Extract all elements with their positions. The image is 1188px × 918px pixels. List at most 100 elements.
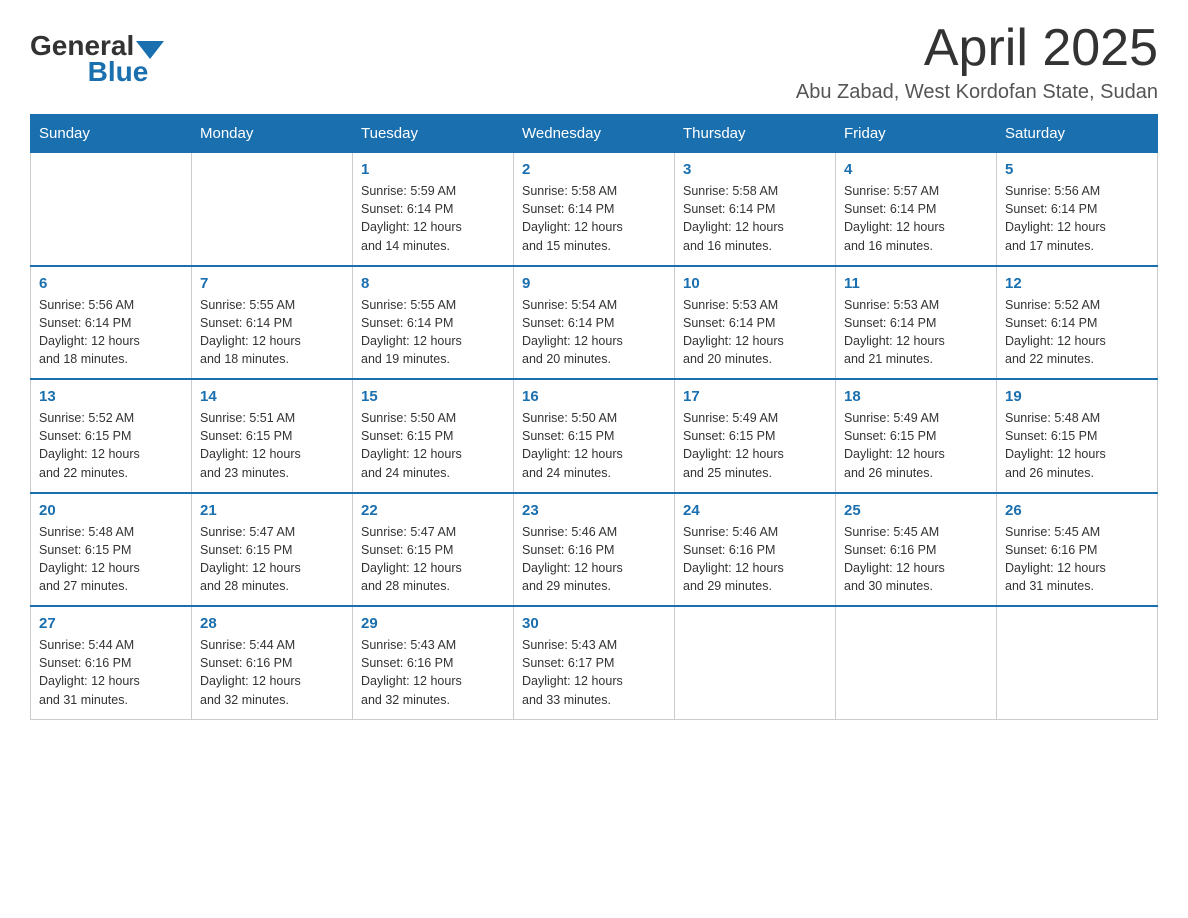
day-info: Sunrise: 5:49 AMSunset: 6:15 PMDaylight:… bbox=[844, 409, 988, 482]
calendar-cell: 27Sunrise: 5:44 AMSunset: 6:16 PMDayligh… bbox=[31, 606, 192, 719]
day-number: 18 bbox=[844, 388, 988, 405]
calendar-week-row: 27Sunrise: 5:44 AMSunset: 6:16 PMDayligh… bbox=[31, 606, 1158, 719]
day-info: Sunrise: 5:43 AMSunset: 6:17 PMDaylight:… bbox=[522, 636, 666, 709]
weekday-header-friday: Friday bbox=[836, 115, 997, 153]
calendar-cell: 9 Sunrise: 5:54 AMSunset: 6:14 PMDaylight… bbox=[514, 266, 675, 380]
day-info: Sunrise: 5:57 AMSunset: 6:14 PMDaylight:… bbox=[844, 182, 988, 255]
calendar-cell: 26Sunrise: 5:45 AMSunset: 6:16 PMDayligh… bbox=[997, 493, 1158, 607]
day-info: Sunrise: 5:48 AMSunset: 6:15 PMDaylight:… bbox=[39, 523, 183, 596]
calendar-cell: 11 Sunrise: 5:53 AMSunset: 6:14 PMDayligh… bbox=[836, 266, 997, 380]
day-number: 6 bbox=[39, 275, 183, 292]
header: General Blue April 2025 Abu Zabad, West … bbox=[30, 20, 1158, 104]
day-info: Sunrise: 5:52 AMSunset: 6:15 PMDaylight:… bbox=[39, 409, 183, 482]
calendar-cell: 13 Sunrise: 5:52 AMSunset: 6:15 PMDayligh… bbox=[31, 379, 192, 493]
day-info: Sunrise: 5:45 AMSunset: 6:16 PMDaylight:… bbox=[1005, 523, 1149, 596]
day-number: 11 bbox=[844, 275, 988, 292]
calendar-cell: 15 Sunrise: 5:50 AMSunset: 6:15 PMDayligh… bbox=[353, 379, 514, 493]
day-number: 2 bbox=[522, 161, 666, 178]
day-number: 3 bbox=[683, 161, 827, 178]
day-number: 17 bbox=[683, 388, 827, 405]
day-info: Sunrise: 5:43 AMSunset: 6:16 PMDaylight:… bbox=[361, 636, 505, 709]
day-info: Sunrise: 5:56 AMSunset: 6:14 PMDaylight:… bbox=[1005, 182, 1149, 255]
day-number: 10 bbox=[683, 275, 827, 292]
calendar-week-row: 20 Sunrise: 5:48 AMSunset: 6:15 PMDayligh… bbox=[31, 493, 1158, 607]
calendar-cell bbox=[675, 606, 836, 719]
day-info: Sunrise: 5:48 AMSunset: 6:15 PMDaylight:… bbox=[1005, 409, 1149, 482]
day-number: 9 bbox=[522, 275, 666, 292]
calendar-cell: 16 Sunrise: 5:50 AMSunset: 6:15 PMDayligh… bbox=[514, 379, 675, 493]
day-number: 5 bbox=[1005, 161, 1149, 178]
weekday-header-saturday: Saturday bbox=[997, 115, 1158, 153]
calendar-cell: 8Sunrise: 5:55 AMSunset: 6:14 PMDaylight… bbox=[353, 266, 514, 380]
logo-blue-text: Blue bbox=[88, 56, 149, 88]
calendar-cell: 21 Sunrise: 5:47 AMSunset: 6:15 PMDayligh… bbox=[192, 493, 353, 607]
day-number: 25 bbox=[844, 502, 988, 519]
calendar-cell bbox=[192, 153, 353, 266]
weekday-header-tuesday: Tuesday bbox=[353, 115, 514, 153]
day-number: 29 bbox=[361, 615, 505, 632]
calendar-cell: 3 Sunrise: 5:58 AMSunset: 6:14 PMDaylight… bbox=[675, 153, 836, 266]
calendar-cell: 6 Sunrise: 5:56 AMSunset: 6:14 PMDaylight… bbox=[31, 266, 192, 380]
weekday-header-wednesday: Wednesday bbox=[514, 115, 675, 153]
day-number: 23 bbox=[522, 502, 666, 519]
calendar-cell: 4 Sunrise: 5:57 AMSunset: 6:14 PMDaylight… bbox=[836, 153, 997, 266]
day-number: 1 bbox=[361, 161, 505, 178]
day-info: Sunrise: 5:56 AMSunset: 6:14 PMDaylight:… bbox=[39, 296, 183, 369]
calendar-cell: 10 Sunrise: 5:53 AMSunset: 6:14 PMDayligh… bbox=[675, 266, 836, 380]
day-info: Sunrise: 5:50 AMSunset: 6:15 PMDaylight:… bbox=[522, 409, 666, 482]
day-number: 16 bbox=[522, 388, 666, 405]
calendar-table: SundayMondayTuesdayWednesdayThursdayFrid… bbox=[30, 114, 1158, 720]
day-number: 4 bbox=[844, 161, 988, 178]
day-info: Sunrise: 5:53 AMSunset: 6:14 PMDaylight:… bbox=[844, 296, 988, 369]
weekday-header-thursday: Thursday bbox=[675, 115, 836, 153]
calendar-week-row: 6 Sunrise: 5:56 AMSunset: 6:14 PMDaylight… bbox=[31, 266, 1158, 380]
day-number: 24 bbox=[683, 502, 827, 519]
day-info: Sunrise: 5:49 AMSunset: 6:15 PMDaylight:… bbox=[683, 409, 827, 482]
calendar-cell: 25 Sunrise: 5:45 AMSunset: 6:16 PMDayligh… bbox=[836, 493, 997, 607]
calendar-week-row: 1Sunrise: 5:59 AMSunset: 6:14 PMDaylight… bbox=[31, 153, 1158, 266]
calendar-cell: 5 Sunrise: 5:56 AMSunset: 6:14 PMDaylight… bbox=[997, 153, 1158, 266]
day-info: Sunrise: 5:46 AMSunset: 6:16 PMDaylight:… bbox=[522, 523, 666, 596]
day-info: Sunrise: 5:44 AMSunset: 6:16 PMDaylight:… bbox=[200, 636, 344, 709]
day-number: 20 bbox=[39, 502, 183, 519]
day-number: 7 bbox=[200, 275, 344, 292]
day-info: Sunrise: 5:53 AMSunset: 6:14 PMDaylight:… bbox=[683, 296, 827, 369]
day-number: 22 bbox=[361, 502, 505, 519]
day-info: Sunrise: 5:54 AMSunset: 6:14 PMDaylight:… bbox=[522, 296, 666, 369]
day-number: 13 bbox=[39, 388, 183, 405]
day-info: Sunrise: 5:47 AMSunset: 6:15 PMDaylight:… bbox=[200, 523, 344, 596]
day-info: Sunrise: 5:50 AMSunset: 6:15 PMDaylight:… bbox=[361, 409, 505, 482]
calendar-cell: 18 Sunrise: 5:49 AMSunset: 6:15 PMDayligh… bbox=[836, 379, 997, 493]
calendar-cell: 22Sunrise: 5:47 AMSunset: 6:15 PMDayligh… bbox=[353, 493, 514, 607]
day-number: 21 bbox=[200, 502, 344, 519]
calendar-cell: 20 Sunrise: 5:48 AMSunset: 6:15 PMDayligh… bbox=[31, 493, 192, 607]
day-info: Sunrise: 5:45 AMSunset: 6:16 PMDaylight:… bbox=[844, 523, 988, 596]
weekday-header-row: SundayMondayTuesdayWednesdayThursdayFrid… bbox=[31, 115, 1158, 153]
day-info: Sunrise: 5:51 AMSunset: 6:15 PMDaylight:… bbox=[200, 409, 344, 482]
calendar-cell: 23 Sunrise: 5:46 AMSunset: 6:16 PMDayligh… bbox=[514, 493, 675, 607]
calendar-cell: 1Sunrise: 5:59 AMSunset: 6:14 PMDaylight… bbox=[353, 153, 514, 266]
weekday-header-monday: Monday bbox=[192, 115, 353, 153]
day-info: Sunrise: 5:55 AMSunset: 6:14 PMDaylight:… bbox=[361, 296, 505, 369]
location-title: Abu Zabad, West Kordofan State, Sudan bbox=[796, 81, 1158, 104]
day-info: Sunrise: 5:52 AMSunset: 6:14 PMDaylight:… bbox=[1005, 296, 1149, 369]
month-title: April 2025 bbox=[796, 20, 1158, 77]
calendar-cell: 24Sunrise: 5:46 AMSunset: 6:16 PMDayligh… bbox=[675, 493, 836, 607]
day-number: 15 bbox=[361, 388, 505, 405]
calendar-week-row: 13 Sunrise: 5:52 AMSunset: 6:15 PMDayligh… bbox=[31, 379, 1158, 493]
calendar-cell: 19 Sunrise: 5:48 AMSunset: 6:15 PMDayligh… bbox=[997, 379, 1158, 493]
day-number: 28 bbox=[200, 615, 344, 632]
calendar-cell bbox=[836, 606, 997, 719]
title-area: April 2025 Abu Zabad, West Kordofan Stat… bbox=[796, 20, 1158, 104]
day-number: 19 bbox=[1005, 388, 1149, 405]
calendar-cell: 12Sunrise: 5:52 AMSunset: 6:14 PMDayligh… bbox=[997, 266, 1158, 380]
calendar-cell bbox=[997, 606, 1158, 719]
calendar-cell: 28 Sunrise: 5:44 AMSunset: 6:16 PMDayligh… bbox=[192, 606, 353, 719]
calendar-cell: 7 Sunrise: 5:55 AMSunset: 6:14 PMDaylight… bbox=[192, 266, 353, 380]
day-info: Sunrise: 5:58 AMSunset: 6:14 PMDaylight:… bbox=[522, 182, 666, 255]
logo: General Blue bbox=[30, 30, 164, 88]
day-info: Sunrise: 5:55 AMSunset: 6:14 PMDaylight:… bbox=[200, 296, 344, 369]
day-info: Sunrise: 5:58 AMSunset: 6:14 PMDaylight:… bbox=[683, 182, 827, 255]
day-info: Sunrise: 5:44 AMSunset: 6:16 PMDaylight:… bbox=[39, 636, 183, 709]
day-number: 30 bbox=[522, 615, 666, 632]
